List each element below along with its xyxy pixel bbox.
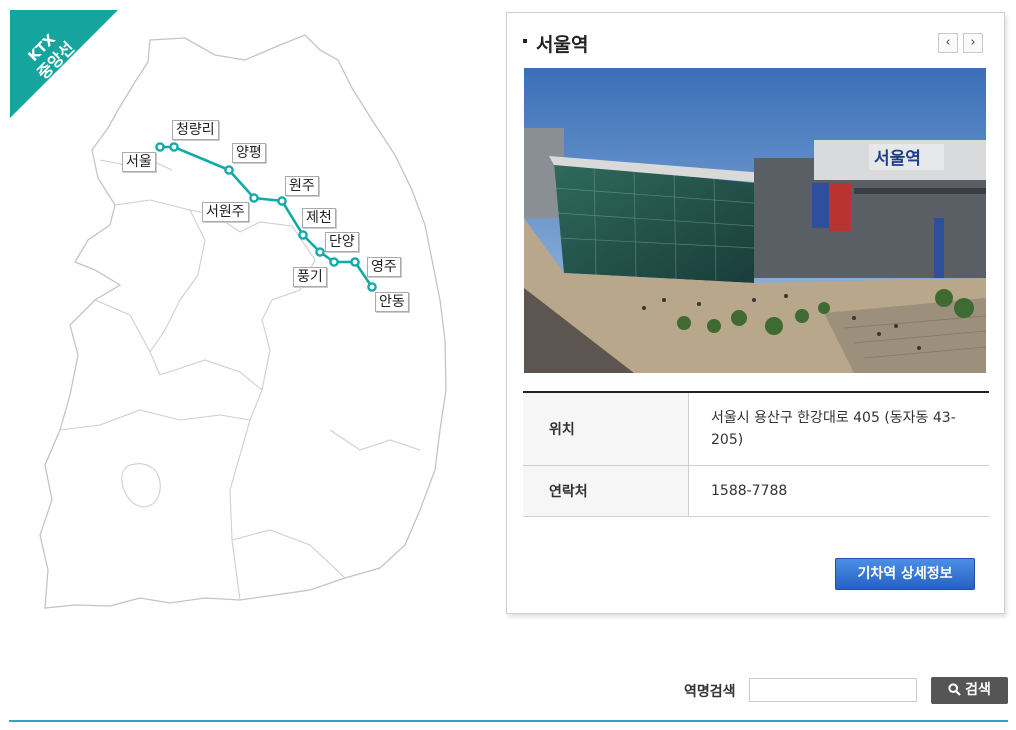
next-station-button[interactable]: › [963,33,983,53]
station-label[interactable]: 영주 [367,257,401,277]
station-photo: 서울역 [524,68,986,373]
location-label: 위치 [523,392,689,466]
station-dot[interactable] [350,257,360,267]
station-title: 서울역 [536,34,589,56]
station-label[interactable]: 양평 [232,143,266,163]
station-dot[interactable] [249,193,259,203]
bottom-divider [9,720,1008,722]
station-label[interactable]: 단양 [325,232,359,252]
chevron-right-icon: › [970,35,976,50]
location-value: 서울시 용산구 한강대로 405 (동자동 43-205) [688,392,989,466]
station-dot[interactable] [155,142,165,152]
chevron-left-icon: ‹ [945,35,951,50]
station-info-panel: 서울역 ‹ › 서울역 위치 서울시 용산구 한강대로 405 (동자동 43-… [506,12,1005,614]
station-dot[interactable] [277,196,287,206]
station-dot[interactable] [315,247,325,257]
search-button[interactable]: 검색 [931,677,1008,704]
station-label[interactable]: 서울 [122,152,156,172]
korea-outline [39,34,447,609]
station-detail-button[interactable]: 기차역 상세정보 [835,558,975,590]
station-label[interactable]: 안동 [375,292,409,312]
contact-label: 연락처 [523,465,689,517]
station-label[interactable]: 원주 [285,176,319,196]
title-bullet [523,39,527,43]
photo-sign-text: 서울역 [874,149,921,169]
station-dot[interactable] [298,230,308,240]
station-label[interactable]: 청량리 [172,120,219,140]
info-row-location: 위치 서울시 용산구 한강대로 405 (동자동 43-205) [523,392,989,466]
station-dot[interactable] [367,282,377,292]
station-dot[interactable] [224,165,234,175]
station-label[interactable]: 서원주 [202,202,249,222]
station-info-table: 위치 서울시 용산구 한강대로 405 (동자동 43-205) 연락처 158… [523,391,989,517]
prev-station-button[interactable]: ‹ [938,33,958,53]
contact-value: 1588-7788 [688,465,989,517]
station-dot[interactable] [169,142,179,152]
station-label[interactable]: 제천 [302,208,336,228]
info-row-contact: 연락처 1588-7788 [523,465,989,517]
search-button-label: 검색 [965,682,991,698]
station-dot[interactable] [329,257,339,267]
korea-map: KTX 중앙선 [10,10,447,609]
station-search-input[interactable] [749,678,917,702]
search-icon [948,682,961,696]
station-search-label: 역명검색 [684,684,736,700]
station-label[interactable]: 풍기 [293,267,327,287]
route-map: KTX 중앙선 서울 청량리양평서원주 원주제천단양풍기 영주안동 [0,0,500,640]
